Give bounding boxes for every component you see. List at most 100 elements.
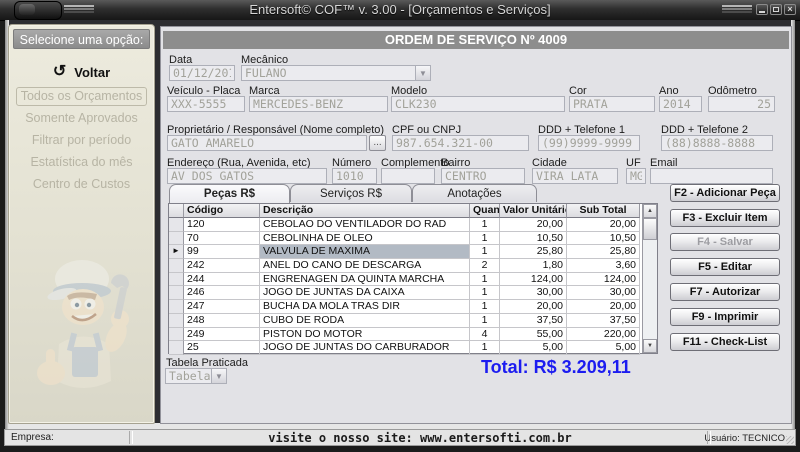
table-row[interactable]: 247 BUCHA DA MOLA TRAS DIR 1 20,00 20,00	[169, 300, 642, 314]
cell-quant[interactable]: 1	[470, 272, 500, 287]
cell-quant[interactable]: 1	[470, 313, 500, 328]
tab[interactable]: Peças R$ 1.366,20	[169, 184, 290, 218]
cell-quant[interactable]: 2	[470, 259, 500, 273]
cell-valor[interactable]: 55,00	[500, 327, 567, 342]
table-row[interactable]: 248 CUBO DE RODA 1 37,50 37,50	[169, 313, 642, 328]
data-input[interactable]	[169, 65, 235, 81]
complemento-input[interactable]	[381, 168, 435, 184]
cell-codigo[interactable]: 248	[184, 313, 260, 328]
grid-column-header[interactable]: Valor Unitário	[500, 204, 567, 218]
grid-column-header[interactable]: Código	[184, 204, 260, 218]
numero-input[interactable]	[332, 168, 377, 184]
cell-codigo[interactable]: 242	[184, 259, 260, 273]
tab[interactable]: Anotações	[412, 184, 537, 202]
cell-descricao[interactable]: CUBO DE RODA	[260, 313, 470, 328]
cell-valor[interactable]: 1,80	[500, 259, 567, 273]
cell-quant[interactable]: 1	[470, 300, 500, 314]
action-button-check-list[interactable]: F11 - Check-List	[670, 333, 780, 351]
restore-button[interactable]	[770, 4, 782, 15]
cell-quant[interactable]: 1	[470, 245, 500, 260]
action-button-salvar[interactable]: F4 - Salvar	[670, 233, 780, 251]
cell-subtotal[interactable]: 37,50	[567, 313, 640, 328]
cell-descricao[interactable]: JOGO DE JUNTAS DA CAIXA	[260, 286, 470, 301]
cell-descricao[interactable]: BUCHA DA MOLA TRAS DIR	[260, 300, 470, 314]
cell-subtotal[interactable]: 20,00	[567, 300, 640, 314]
cell-descricao[interactable]: CEBOLINHA DE OLEO	[260, 231, 470, 246]
cell-subtotal[interactable]: 220,00	[567, 327, 640, 342]
cell-descricao[interactable]: PISTON DO MOTOR	[260, 327, 470, 342]
cell-codigo[interactable]: 249	[184, 327, 260, 342]
cell-valor[interactable]: 30,00	[500, 286, 567, 301]
resize-grip[interactable]	[786, 436, 794, 444]
scrollbar-thumb[interactable]	[643, 218, 657, 240]
cell-quant[interactable]: 1	[470, 286, 500, 301]
odometro-input[interactable]	[708, 96, 775, 112]
cell-subtotal[interactable]: 25,80	[567, 245, 640, 260]
table-row[interactable]: ► 99 VALVULA DE MAXIMA 1 25,80 25,80	[169, 245, 642, 260]
cell-codigo[interactable]: 70	[184, 231, 260, 246]
bairro-input[interactable]	[441, 168, 525, 184]
chevron-down-icon[interactable]: ▼	[415, 66, 430, 80]
cell-quant[interactable]: 1	[470, 341, 500, 355]
cell-valor[interactable]: 20,00	[500, 218, 567, 232]
cell-quant[interactable]: 1	[470, 218, 500, 232]
table-row[interactable]: 120 CEBOLAO DO VENTILADOR DO RAD 1 20,00 20,…	[169, 218, 642, 232]
cell-valor[interactable]: 124,00	[500, 272, 567, 287]
cell-codigo[interactable]: 246	[184, 286, 260, 301]
table-row[interactable]: 249 PISTON DO MOTOR 4 55,00 220,00	[169, 327, 642, 342]
chevron-down-icon[interactable]: ▼	[211, 369, 226, 383]
cell-valor[interactable]: 37,50	[500, 313, 567, 328]
telefone2-input[interactable]	[661, 135, 773, 151]
proprietario-input[interactable]	[167, 135, 367, 151]
cell-descricao[interactable]: CEBOLAO DO VENTILADOR DO RAD	[260, 218, 470, 232]
sidebar-item[interactable]: Filtrar por período	[16, 131, 147, 150]
cell-subtotal[interactable]: 10,50	[567, 231, 640, 246]
endereco-input[interactable]	[167, 168, 327, 184]
marca-input[interactable]	[249, 96, 388, 112]
cell-codigo[interactable]: 244	[184, 272, 260, 287]
mecanico-combobox[interactable]: FULANO ▼	[241, 65, 431, 81]
cell-descricao[interactable]: ENGRENAGEN DA QUINTA MARCHA	[260, 272, 470, 287]
cell-valor[interactable]: 5,00	[500, 341, 567, 355]
cpf-input[interactable]	[392, 135, 529, 151]
cor-input[interactable]	[569, 96, 655, 112]
scroll-up-icon[interactable]: ▲	[643, 204, 657, 218]
sidebar-item[interactable]: Centro de Custos	[16, 175, 147, 194]
cell-codigo[interactable]: 120	[184, 218, 260, 232]
cell-descricao[interactable]: ANEL DO CANO DE DESCARGA	[260, 259, 470, 273]
close-button[interactable]: ×	[784, 4, 796, 15]
table-row[interactable]: 25 JOGO DE JUNTAS DO CARBURADOR 1 5,00 5,00	[169, 341, 642, 355]
action-button-adicionar-peca[interactable]: F2 - Adicionar Peça	[670, 184, 780, 202]
cell-codigo[interactable]: 99	[184, 245, 260, 260]
cell-descricao[interactable]: JOGO DE JUNTAS DO CARBURADOR	[260, 341, 470, 355]
cell-subtotal[interactable]: 20,00	[567, 218, 640, 232]
ano-input[interactable]	[659, 96, 702, 112]
cell-subtotal[interactable]: 124,00	[567, 272, 640, 287]
sidebar-item[interactable]: Somente Aprovados	[16, 109, 147, 128]
cidade-input[interactable]	[532, 168, 618, 184]
minimize-button[interactable]	[756, 4, 768, 15]
telefone1-input[interactable]	[538, 135, 640, 151]
modelo-input[interactable]	[391, 96, 565, 112]
grid-column-header[interactable]: Descrição	[260, 204, 470, 218]
grid-column-header[interactable]: Sub Total	[567, 204, 640, 218]
action-button-imprimir[interactable]: F9 - Imprimir	[670, 308, 780, 326]
scroll-down-icon[interactable]: ▼	[643, 339, 657, 353]
action-button-autorizar[interactable]: F7 - Autorizar	[670, 283, 780, 301]
table-row[interactable]: 242 ANEL DO CANO DE DESCARGA 2 1,80 3,60	[169, 259, 642, 273]
action-button-editar[interactable]: F5 - Editar	[670, 258, 780, 276]
cell-valor[interactable]: 20,00	[500, 300, 567, 314]
cell-valor[interactable]: 10,50	[500, 231, 567, 246]
cell-subtotal[interactable]: 5,00	[567, 341, 640, 355]
cell-quant[interactable]: 4	[470, 327, 500, 342]
cell-codigo[interactable]: 247	[184, 300, 260, 314]
grid-vertical-scrollbar[interactable]: ▲ ▼	[642, 204, 657, 353]
cell-subtotal[interactable]: 3,60	[567, 259, 640, 273]
sidebar-item[interactable]: Estatística do mês	[16, 153, 147, 172]
cell-quant[interactable]: 1	[470, 231, 500, 246]
grid-column-header[interactable]: Quant	[470, 204, 500, 218]
table-row[interactable]: 70 CEBOLINHA DE OLEO 1 10,50 10,50	[169, 231, 642, 246]
proprietario-browse-button[interactable]: ...	[369, 135, 386, 151]
back-button[interactable]: ↺ Voltar	[9, 61, 154, 83]
email-input[interactable]	[650, 168, 773, 184]
